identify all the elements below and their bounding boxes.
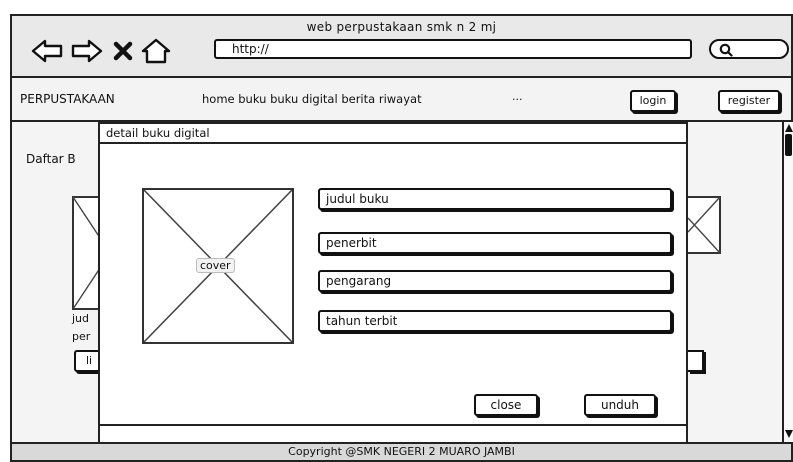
url-bar[interactable]: http://: [214, 39, 692, 59]
back-arrow-icon[interactable]: [30, 38, 64, 64]
site-navbar: PERPUSTAKAAN home buku buku digital beri…: [10, 76, 793, 122]
modal-header: detail buku digital: [100, 124, 686, 144]
forward-arrow-icon[interactable]: [70, 38, 104, 64]
download-button[interactable]: unduh: [584, 394, 656, 416]
bg-book-image-left: [72, 196, 100, 310]
page-scrollbar[interactable]: [782, 122, 793, 442]
scroll-up-icon[interactable]: [785, 124, 793, 132]
url-text: http://: [232, 42, 269, 56]
search-icon: [719, 43, 733, 57]
bg-book-image-right: [688, 196, 721, 254]
bg-fragment-publisher: per: [72, 330, 91, 343]
home-icon[interactable]: [140, 38, 172, 64]
search-box[interactable]: [709, 39, 789, 59]
brand-name: PERPUSTAKAAN: [20, 92, 115, 106]
publication-year-field: tahun terbit: [318, 310, 672, 332]
publisher-field: penerbit: [318, 232, 672, 254]
close-icon[interactable]: [112, 40, 134, 62]
author-field: pengarang: [318, 270, 672, 292]
bg-fragment-title: jud: [72, 312, 90, 325]
menu-links[interactable]: home buku buku digital berita riwayat: [202, 92, 422, 106]
cover-label: cover: [196, 258, 235, 273]
browser-chrome: web perpustakaan smk n 2 mj http://: [10, 14, 793, 76]
modal-footer-divider: [100, 424, 686, 426]
bg-heading-fragment: Daftar B: [26, 152, 76, 166]
page-footer: Copyright @SMK NEGERI 2 MUARO JAMBI: [10, 442, 793, 462]
menu-ellipsis: ...: [512, 90, 523, 103]
bg-button-fragment-label: li: [86, 354, 93, 367]
modal-title: detail buku digital: [106, 126, 210, 140]
book-detail-modal: detail buku digital cover judul buku pen…: [98, 122, 688, 444]
book-cover-image: cover: [142, 188, 294, 344]
window-title: web perpustakaan smk n 2 mj: [306, 20, 497, 34]
login-button[interactable]: login: [630, 90, 676, 112]
book-title-field: judul buku: [318, 188, 672, 210]
close-button[interactable]: close: [474, 394, 538, 416]
copyright-text: Copyright @SMK NEGERI 2 MUARO JAMBI: [288, 445, 515, 458]
bg-button-fragment-right: [688, 350, 704, 372]
scroll-down-icon[interactable]: [785, 430, 793, 438]
register-button[interactable]: register: [718, 90, 780, 112]
scrollbar-thumb[interactable]: [785, 134, 792, 156]
